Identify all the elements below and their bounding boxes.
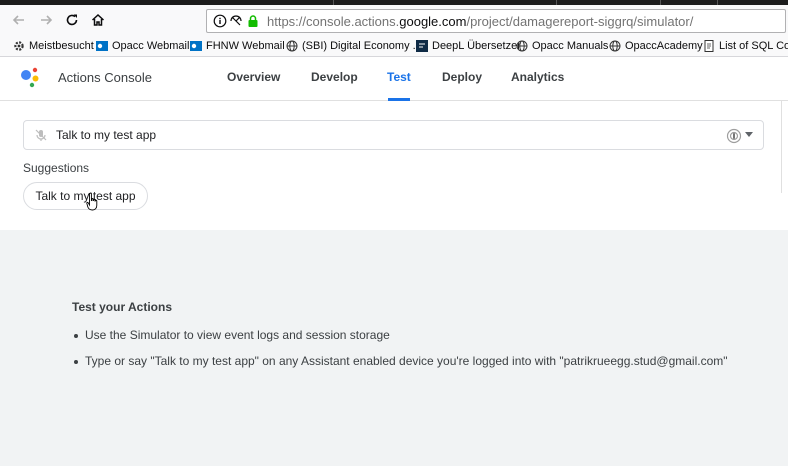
bookmark-opacc-webmail[interactable]: Opacc Webmail [96,38,189,54]
scrollbar-track[interactable] [781,101,782,193]
hand-cursor-icon [86,192,98,211]
gear-icon [14,41,24,51]
panel-title: Test your Actions [72,300,173,314]
bookmark-opacc-manuals[interactable]: Opacc Manuals [516,38,608,54]
test-info-panel: Test your Actions Use the Simulator to v… [0,230,788,466]
lock-icon[interactable] [246,14,260,28]
list-item: Type or say "Talk to my test app" on any… [74,354,728,368]
bookmarks-bar: Meistbesucht Opacc Webmail FHNW Webmail … [0,35,788,57]
bookmark-deepl[interactable]: DeepL Übersetzer [416,38,521,54]
globe-icon [609,40,621,52]
back-icon[interactable] [9,10,29,30]
bookmark-fhnw-webmail[interactable]: FHNW Webmail [190,38,285,54]
bookmark-opacc-academy[interactable]: OpaccAcademy [609,38,703,54]
tab-analytics[interactable]: Analytics [511,70,564,84]
chevron-down-icon[interactable] [745,132,753,137]
bookmark-meistbesucht[interactable]: Meistbesucht [13,38,94,54]
url-text[interactable]: https://console.actions.google.com/proje… [267,14,693,29]
tracking-protection-icon[interactable] [229,14,243,28]
browser-toolbar: https://console.actions.google.com/proje… [0,5,788,35]
suggestions-label: Suggestions [23,161,90,175]
google-assistant-logo-icon [21,67,39,88]
tab-test[interactable]: Test [387,70,411,84]
outlook-icon [190,41,202,51]
forward-icon[interactable] [36,10,56,30]
bookmark-list-of-sql[interactable]: List of SQL Com [703,38,788,54]
bookmark-sbi-digital-economy[interactable]: (SBI) Digital Economy ... [286,38,422,54]
app-title: Actions Console [58,70,152,85]
simulator-input[interactable]: Talk to my test app [23,120,764,150]
bullet-icon [74,359,78,364]
input-value: Talk to my test app [56,128,157,142]
bullet-icon [74,333,78,338]
home-icon[interactable] [88,10,108,30]
outlook-icon [96,41,108,51]
globe-icon [516,40,528,52]
tab-overview[interactable]: Overview [227,70,280,84]
app-header: Actions Console Overview Develop Test De… [0,58,788,101]
globe-icon [286,40,298,52]
info-icon[interactable] [213,14,227,28]
url-bar[interactable]: https://console.actions.google.com/proje… [206,9,786,33]
assistant-voice-icon[interactable] [726,128,742,144]
list-item: Use the Simulator to view event logs and… [74,328,390,342]
deepl-icon [416,40,428,52]
tab-develop[interactable]: Develop [311,70,358,84]
simulator-content: Talk to my test app Suggestions Talk to … [0,101,788,466]
page-icon [704,40,714,52]
mic-off-icon[interactable] [34,128,48,142]
tab-deploy[interactable]: Deploy [442,70,482,84]
reload-icon[interactable] [62,10,82,30]
